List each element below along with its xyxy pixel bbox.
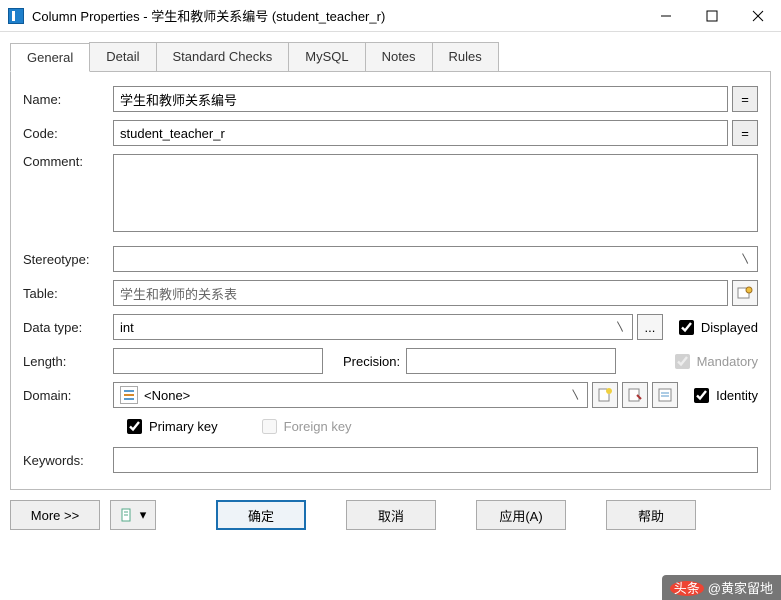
primary-key-check-input[interactable] (127, 419, 142, 434)
cancel-button[interactable]: 取消 (346, 500, 436, 530)
data-type-ellipsis-button[interactable]: ... (637, 314, 663, 340)
tab-rules[interactable]: Rules (432, 42, 499, 71)
domain-new-button[interactable] (592, 382, 618, 408)
length-label: Length: (23, 354, 113, 369)
stereotype-combo[interactable]: 〵 (113, 246, 758, 272)
domain-props-button[interactable] (622, 382, 648, 408)
ok-button[interactable]: 确定 (216, 500, 306, 530)
code-equals-button[interactable]: = (732, 120, 758, 146)
table-browse-button[interactable] (732, 280, 758, 306)
displayed-check-input[interactable] (679, 320, 694, 335)
table-input (113, 280, 728, 306)
menu-button[interactable]: ▾ (110, 500, 156, 530)
close-button[interactable] (735, 0, 781, 32)
watermark-icon: 头条 (670, 581, 704, 596)
chevron-down-icon: 〵 (740, 251, 751, 267)
length-input[interactable] (113, 348, 323, 374)
watermark: 头条头条 @黄家留地@黄家留地 (662, 575, 781, 600)
domain-combo[interactable]: <None> 〵 (113, 382, 588, 408)
domain-icon (120, 386, 138, 404)
precision-input[interactable] (406, 348, 616, 374)
maximize-button[interactable] (689, 0, 735, 32)
mandatory-check-input (675, 354, 690, 369)
code-label: Code: (23, 126, 113, 141)
name-equals-button[interactable]: = (732, 86, 758, 112)
data-type-combo[interactable]: int 〵 (113, 314, 633, 340)
apply-button[interactable]: 应用(A) (476, 500, 566, 530)
domain-value: <None> (144, 388, 190, 403)
minimize-button[interactable] (643, 0, 689, 32)
tab-notes[interactable]: Notes (365, 42, 433, 71)
identity-checkbox[interactable]: Identity (690, 385, 758, 406)
chevron-down-icon: 〵 (615, 319, 626, 335)
tab-strip: General Detail Standard Checks MySQL Not… (10, 42, 771, 71)
domain-label: Domain: (23, 388, 113, 403)
comment-textarea[interactable] (113, 154, 758, 232)
code-input[interactable] (113, 120, 728, 146)
data-type-label: Data type: (23, 320, 113, 335)
name-input[interactable] (113, 86, 728, 112)
primary-key-checkbox[interactable]: Primary key (123, 416, 218, 437)
keywords-input[interactable] (113, 447, 758, 473)
stereotype-label: Stereotype: (23, 252, 113, 267)
foreign-key-checkbox: Foreign key (258, 416, 352, 437)
dropdown-caret-icon: ▾ (140, 507, 147, 523)
tab-general[interactable]: General (10, 43, 90, 72)
foreign-key-check-input (262, 419, 277, 434)
help-button[interactable]: 帮助 (606, 500, 696, 530)
name-label: Name: (23, 92, 113, 107)
more-button[interactable]: More >> (10, 500, 100, 530)
tab-detail[interactable]: Detail (89, 42, 156, 71)
titlebar: Column Properties - 学生和教师关系编号 (student_t… (0, 0, 781, 32)
general-panel: Name: = Code: = Comment: Stereotype: 〵 T… (10, 71, 771, 490)
precision-label: Precision: (343, 354, 400, 369)
tab-mysql[interactable]: MySQL (288, 42, 365, 71)
keywords-label: Keywords: (23, 453, 113, 468)
comment-label: Comment: (23, 154, 113, 169)
chevron-down-icon: 〵 (570, 387, 581, 403)
window-title: Column Properties - 学生和教师关系编号 (student_t… (32, 6, 643, 25)
table-label: Table: (23, 286, 113, 301)
dialog-footer: More >> ▾ 确定 取消 应用(A) 帮助 (0, 490, 781, 540)
displayed-checkbox[interactable]: Displayed (675, 317, 758, 338)
data-type-value: int (120, 320, 134, 335)
tab-standard-checks[interactable]: Standard Checks (156, 42, 290, 71)
mandatory-checkbox: Mandatory (671, 351, 758, 372)
app-icon (8, 8, 24, 24)
identity-check-input[interactable] (694, 388, 709, 403)
domain-clear-button[interactable] (652, 382, 678, 408)
